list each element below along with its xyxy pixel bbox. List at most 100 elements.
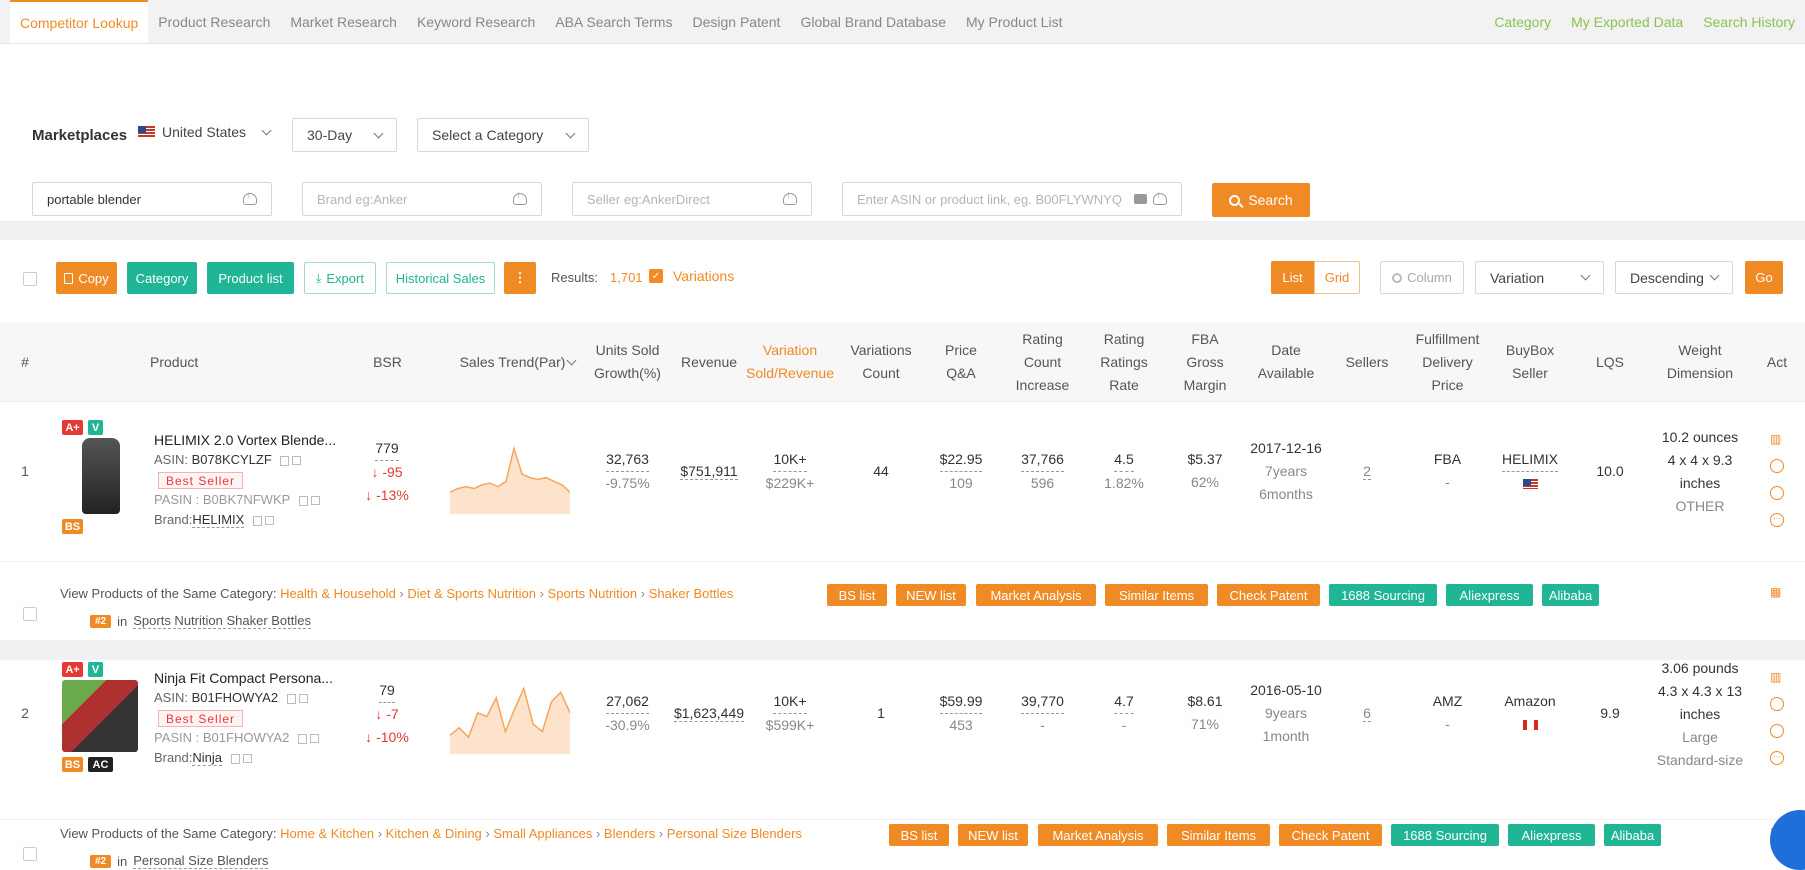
upload-icon[interactable]: [783, 190, 797, 205]
sellers-count[interactable]: 2: [1363, 463, 1371, 480]
col-date[interactable]: Date Available: [1245, 322, 1327, 402]
col-bsr[interactable]: BSR: [355, 322, 420, 402]
pasin-value[interactable]: PASIN : B01FHOWYA2: [154, 730, 289, 745]
new-list-tag[interactable]: NEW list: [958, 824, 1028, 846]
market-analysis-tag[interactable]: Market Analysis: [976, 584, 1096, 606]
go-button[interactable]: Go: [1745, 261, 1783, 294]
bsr-value[interactable]: 79: [379, 679, 395, 703]
brand-input[interactable]: Brand eg:Anker: [302, 182, 542, 216]
breadcrumb-item[interactable]: Home & Kitchen: [280, 826, 374, 841]
more-icon[interactable]: ···: [1770, 751, 1784, 765]
product-title[interactable]: HELIMIX 2.0 Vortex Blende...: [154, 432, 336, 448]
copy-icon[interactable]: [298, 495, 308, 506]
external-link-icon[interactable]: [264, 516, 274, 526]
col-fulfillment[interactable]: Fulfillment Delivery Price: [1405, 322, 1490, 402]
row-checkbox[interactable]: [23, 847, 37, 861]
category-button[interactable]: Category: [127, 262, 197, 294]
breadcrumb-item[interactable]: Kitchen & Dining: [386, 826, 482, 841]
bs-list-tag[interactable]: BS list: [827, 584, 887, 606]
col-price[interactable]: Price Q&A: [935, 322, 987, 402]
camera-icon[interactable]: [1134, 194, 1147, 204]
product-image[interactable]: [82, 438, 120, 514]
period-select[interactable]: 30-Day: [292, 118, 397, 152]
external-link-icon[interactable]: [310, 496, 320, 506]
revenue-value[interactable]: $1,623,449: [673, 705, 745, 722]
brand-value[interactable]: HELIMIX: [192, 512, 245, 528]
view-list-button[interactable]: List: [1271, 261, 1314, 294]
alibaba-tag[interactable]: Alibaba: [1542, 584, 1599, 606]
asin-value[interactable]: B01FHOWYA2: [192, 690, 278, 705]
breadcrumb-item[interactable]: Diet & Sports Nutrition: [407, 586, 536, 601]
search-button[interactable]: Search: [1212, 183, 1310, 217]
external-link-icon[interactable]: [292, 456, 302, 466]
compass-icon[interactable]: [1770, 486, 1784, 500]
calendar-icon[interactable]: ▦: [1770, 585, 1784, 599]
target-icon[interactable]: [1770, 697, 1784, 711]
brand-value[interactable]: Ninja: [192, 750, 222, 766]
more-options-button[interactable]: ⋮: [504, 262, 536, 294]
sourcing-1688-tag[interactable]: 1688 Sourcing: [1329, 584, 1437, 606]
aliexpress-tag[interactable]: Aliexpress: [1508, 824, 1595, 846]
tab-global-brand-database[interactable]: Global Brand Database: [790, 0, 956, 43]
upload-icon[interactable]: [243, 190, 257, 205]
variations-checkbox[interactable]: ✓: [649, 269, 663, 283]
col-weight[interactable]: Weight Dimension: [1655, 322, 1745, 402]
tab-aba-search-terms[interactable]: ABA Search Terms: [545, 0, 682, 43]
breadcrumb-item[interactable]: Health & Household: [280, 586, 396, 601]
similar-items-tag[interactable]: Similar Items: [1105, 584, 1208, 606]
revenue-value[interactable]: $751,911: [680, 463, 738, 480]
asin-value[interactable]: B078KCYLZF: [192, 452, 272, 467]
copy-icon[interactable]: [280, 455, 290, 466]
check-patent-tag[interactable]: Check Patent: [1279, 824, 1382, 846]
tab-product-research[interactable]: Product Research: [148, 0, 280, 43]
tab-my-product-list[interactable]: My Product List: [956, 0, 1072, 43]
sales-trend-chart[interactable]: [450, 442, 570, 514]
select-all-checkbox[interactable]: [23, 272, 37, 286]
product-title[interactable]: Ninja Fit Compact Persona...: [154, 670, 333, 686]
variation-sold[interactable]: 10K+: [773, 690, 807, 714]
breadcrumb-item[interactable]: Blenders: [604, 826, 655, 841]
alibaba-tag[interactable]: Alibaba: [1604, 824, 1661, 846]
units-sold[interactable]: 27,062: [606, 690, 649, 714]
product-image[interactable]: [62, 680, 138, 752]
external-link-icon[interactable]: [298, 694, 308, 704]
bs-list-tag[interactable]: BS list: [889, 824, 949, 846]
col-variations-count[interactable]: Variations Count: [840, 322, 922, 402]
breadcrumb-item[interactable]: Shaker Bottles: [649, 586, 734, 601]
link-my-exported-data[interactable]: My Exported Data: [1561, 0, 1693, 43]
col-variation-sold[interactable]: Variation Sold/Revenue: [746, 322, 834, 402]
upload-icon[interactable]: [1153, 190, 1167, 205]
tab-design-patent[interactable]: Design Patent: [682, 0, 790, 43]
units-sold[interactable]: 32,763: [606, 448, 649, 472]
col-product[interactable]: Product: [150, 322, 210, 402]
target-icon[interactable]: [1770, 459, 1784, 473]
price-value[interactable]: $22.95: [939, 448, 983, 472]
marketplace-select[interactable]: United States: [138, 124, 272, 140]
copy-icon[interactable]: [230, 753, 240, 764]
external-link-icon[interactable]: [309, 734, 319, 744]
breadcrumb-item[interactable]: Small Appliances: [493, 826, 592, 841]
row-checkbox[interactable]: [23, 607, 37, 621]
rating-count[interactable]: 39,770: [1021, 690, 1064, 714]
breadcrumb-item[interactable]: Sports Nutrition: [548, 586, 638, 601]
variation-sold[interactable]: 10K+: [773, 448, 807, 472]
compass-icon[interactable]: [1770, 724, 1784, 738]
rating-value[interactable]: 4.5: [1114, 448, 1134, 472]
rank-category[interactable]: Personal Size Blenders: [133, 853, 269, 869]
rank-category[interactable]: Sports Nutrition Shaker Bottles: [133, 613, 311, 629]
column-button[interactable]: Column: [1380, 261, 1464, 294]
price-value[interactable]: $59.99: [939, 690, 983, 714]
chart-icon[interactable]: ▥: [1770, 432, 1784, 446]
category-select[interactable]: Select a Category: [417, 118, 589, 152]
bsr-value[interactable]: 779: [375, 437, 399, 461]
asin-input[interactable]: Enter ASIN or product link, eg. B00FLYWN…: [842, 182, 1182, 216]
sort-order-select[interactable]: Descending: [1615, 261, 1733, 294]
export-button[interactable]: ⤓ Export: [304, 262, 376, 294]
sellers-count[interactable]: 6: [1363, 705, 1371, 722]
col-sellers[interactable]: Sellers: [1337, 322, 1397, 402]
keyword-input[interactable]: portable blender: [32, 182, 272, 216]
similar-items-tag[interactable]: Similar Items: [1167, 824, 1270, 846]
tab-keyword-research[interactable]: Keyword Research: [407, 0, 545, 43]
col-revenue[interactable]: Revenue: [675, 322, 743, 402]
col-fba[interactable]: FBA Gross Margin: [1180, 322, 1230, 402]
